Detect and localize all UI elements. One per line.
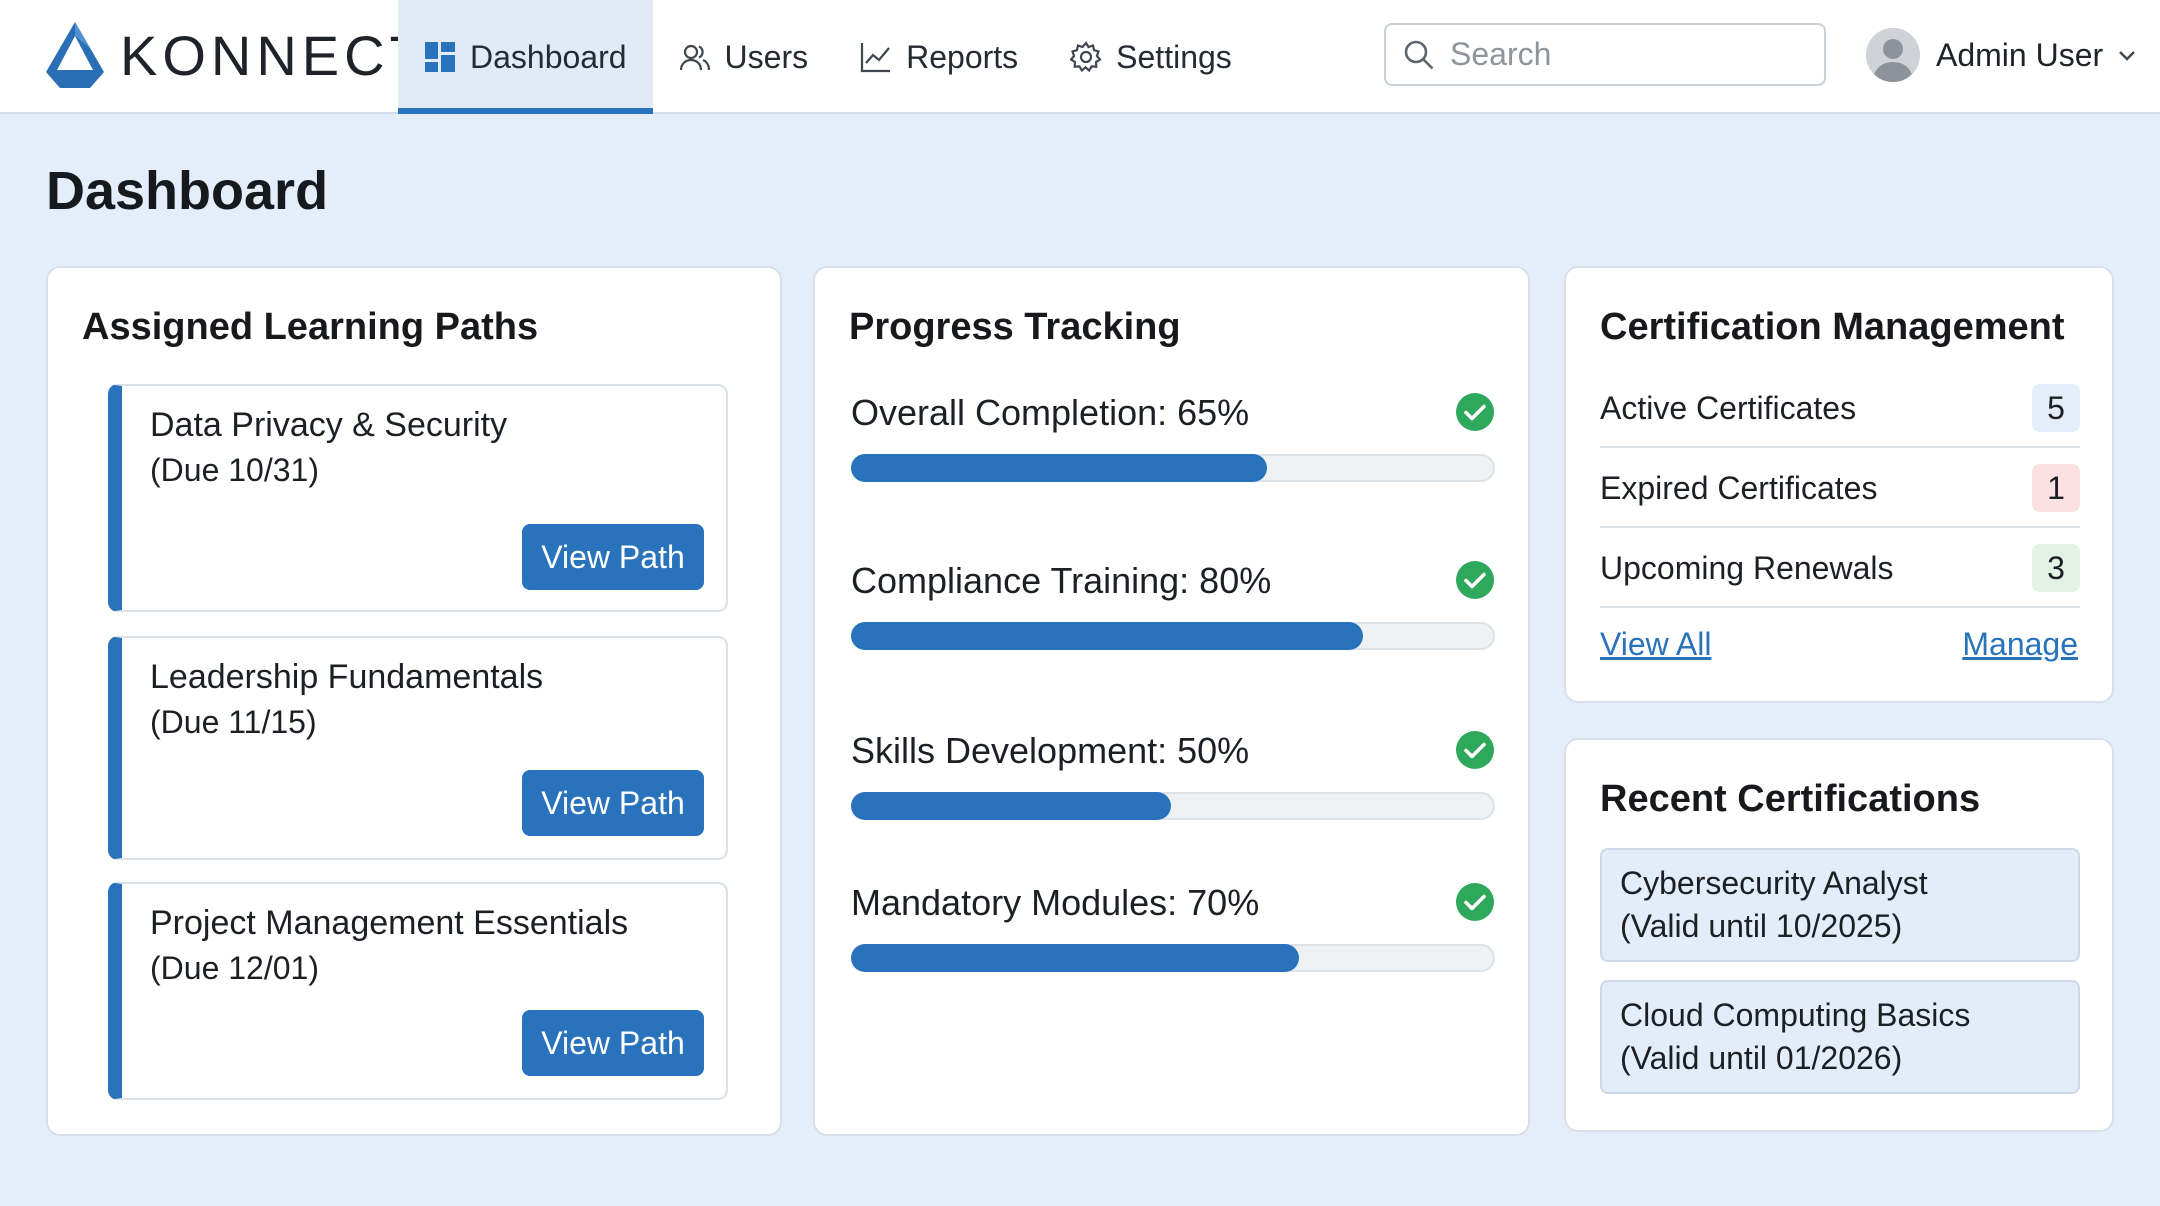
view-path-button[interactable]: View Path [522, 524, 704, 590]
search-input[interactable] [1450, 36, 1810, 73]
brand-logo[interactable]: KONNECT [44, 20, 429, 90]
learning-path-item: Data Privacy & Security (Due 10/31) View… [108, 384, 728, 612]
gear-icon [1070, 41, 1102, 73]
cert-stat-row-active[interactable]: Active Certificates 5 [1600, 368, 2080, 448]
grid-icon [425, 42, 455, 72]
progress-label: Skills Development: 50% [851, 730, 1250, 771]
check-circle-icon [1456, 561, 1494, 599]
path-due-date: (Due 11/15) [150, 704, 317, 740]
chevron-down-icon [2119, 51, 2136, 61]
progress-bar-fill [851, 792, 1171, 820]
nav-label: Users [724, 38, 809, 75]
recent-cert-item[interactable]: Cloud Computing Basics (Valid until 01/2… [1600, 980, 2080, 1094]
check-circle-icon [1456, 393, 1494, 431]
progress-bar-fill [851, 622, 1363, 650]
count-badge: 5 [2032, 384, 2080, 432]
progress-item: Skills Development: 50% [851, 730, 1495, 820]
nav-item-reports[interactable]: Reports [834, 0, 1044, 114]
card-title: Certification Management [1600, 306, 2065, 348]
users-icon [679, 44, 710, 71]
chart-line-icon [861, 43, 891, 73]
search-box[interactable] [1384, 23, 1826, 86]
progress-item: Mandatory Modules: 70% [851, 882, 1495, 972]
view-path-button[interactable]: View Path [522, 1010, 704, 1076]
page-title: Dashboard [46, 161, 329, 221]
path-name: Leadership Fundamentals [150, 658, 544, 696]
card-title: Recent Certifications [1600, 778, 1981, 820]
recent-certifications-card: Recent Certifications Cybersecurity Anal… [1564, 738, 2114, 1132]
learning-path-item: Project Management Essentials (Due 12/01… [108, 882, 728, 1100]
cert-stat-row-renewals[interactable]: Upcoming Renewals 3 [1600, 528, 2080, 608]
brand-name: KONNECT [120, 23, 429, 87]
progress-bar [851, 454, 1495, 482]
cert-name: Cloud Computing Basics [1620, 997, 1971, 1033]
avatar [1866, 28, 1920, 82]
certification-management-card: Certification Management Active Certific… [1564, 266, 2114, 703]
user-menu[interactable]: Admin User [1866, 26, 2139, 84]
top-navigation-bar: KONNECT Dashboard Users Reports Settings… [0, 0, 2160, 114]
progress-item: Overall Completion: 65% [851, 392, 1495, 482]
progress-item: Compliance Training: 80% [851, 560, 1495, 650]
user-name: Admin User [1936, 36, 2104, 73]
cert-validity: (Valid until 01/2026) [1620, 1040, 1903, 1076]
progress-bar [851, 792, 1495, 820]
view-path-button[interactable]: View Path [522, 770, 704, 836]
nav-label: Dashboard [470, 38, 627, 75]
nav-item-users[interactable]: Users [653, 0, 835, 114]
progress-bar [851, 622, 1495, 650]
progress-label: Mandatory Modules: 70% [851, 882, 1260, 923]
progress-bar [851, 944, 1495, 972]
progress-label: Overall Completion: 65% [851, 392, 1250, 433]
check-circle-icon [1456, 883, 1494, 921]
cert-stat-label: Active Certificates [1600, 390, 1857, 426]
user-avatar-icon [1866, 28, 1920, 82]
manage-link[interactable]: Manage [1962, 626, 2078, 663]
nav-item-settings[interactable]: Settings [1044, 0, 1258, 114]
progress-bar-fill [851, 944, 1299, 972]
learning-path-item: Leadership Fundamentals (Due 11/15) View… [108, 636, 728, 860]
nav-label: Settings [1116, 38, 1232, 75]
progress-label: Compliance Training: 80% [851, 560, 1272, 601]
progress-bar-fill [851, 454, 1267, 482]
cert-validity: (Valid until 10/2025) [1620, 908, 1903, 944]
card-title: Progress Tracking [849, 306, 1181, 348]
cert-stat-label: Upcoming Renewals [1600, 550, 1894, 586]
recent-cert-item[interactable]: Cybersecurity Analyst (Valid until 10/20… [1600, 848, 2080, 962]
main-nav: Dashboard Users Reports Settings [398, 0, 1258, 114]
search-icon [1404, 40, 1434, 69]
path-due-date: (Due 12/01) [150, 950, 319, 986]
cert-stat-label: Expired Certificates [1600, 470, 1878, 506]
path-due-date: (Due 10/31) [150, 452, 319, 488]
path-name: Data Privacy & Security [150, 406, 508, 444]
cert-stat-row-expired[interactable]: Expired Certificates 1 [1600, 448, 2080, 528]
count-badge: 3 [2032, 544, 2080, 592]
cert-name: Cybersecurity Analyst [1620, 865, 1928, 901]
path-name: Project Management Essentials [150, 904, 629, 942]
count-badge: 1 [2032, 464, 2080, 512]
konnect-logo-icon [46, 22, 104, 88]
learning-paths-card: Assigned Learning Paths Data Privacy & S… [46, 266, 782, 1136]
nav-label: Reports [906, 38, 1019, 75]
check-circle-icon [1456, 731, 1494, 769]
progress-tracking-card: Progress Tracking Overall Completion: 65… [813, 266, 1530, 1136]
view-all-link[interactable]: View All [1600, 626, 1711, 663]
nav-item-dashboard[interactable]: Dashboard [398, 0, 653, 114]
card-title: Assigned Learning Paths [82, 306, 539, 348]
